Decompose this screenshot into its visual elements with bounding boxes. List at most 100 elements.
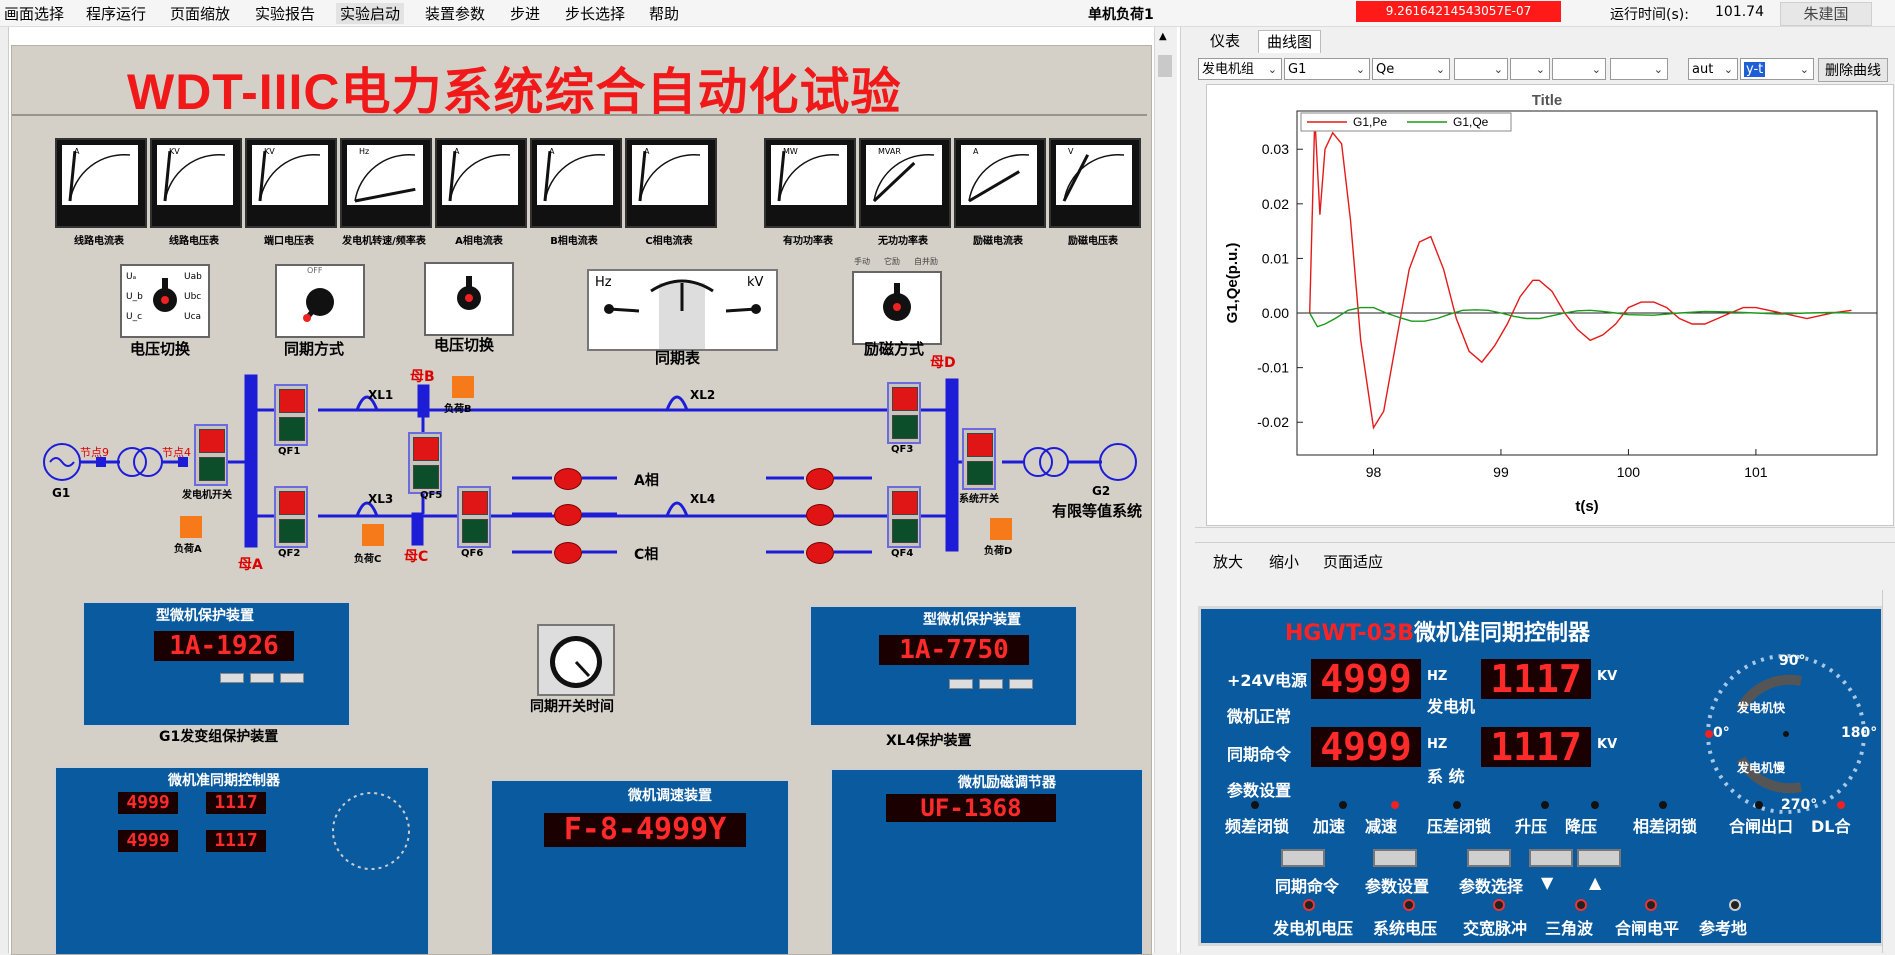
prot1-btn-2[interactable]: [250, 673, 274, 683]
test-terminal[interactable]: [1645, 899, 1657, 911]
menu-params[interactable]: 装置参数: [421, 3, 489, 24]
zoom-in-button[interactable]: 放大: [1213, 551, 1243, 572]
select-g1[interactable]: G1 ⌄: [1284, 58, 1370, 80]
prot1-btn-3[interactable]: [280, 673, 304, 683]
terminal-label: 参考地: [1699, 919, 1748, 938]
select-blank-3[interactable]: ⌄: [1552, 58, 1606, 80]
menu-start[interactable]: 实验启动: [336, 3, 405, 24]
breaker-qf5[interactable]: [408, 432, 442, 494]
y-tick-label: -0.01: [1257, 360, 1289, 376]
breaker-sys[interactable]: [962, 428, 996, 490]
select-blank-1[interactable]: ⌄: [1454, 58, 1508, 80]
runtime-value: 101.74: [1715, 4, 1764, 20]
scroll-thumb[interactable]: [1158, 55, 1172, 77]
breaker-qf4[interactable]: [887, 486, 921, 548]
user-name[interactable]: 朱建国: [1780, 2, 1872, 26]
hgwt-sync-controller[interactable]: HGWT-03B微机准同期控制器 +24V电源 微机正常 同期命令 参数设置 4…: [1198, 606, 1884, 946]
menu-step-size[interactable]: 步长选择: [561, 3, 629, 24]
load-d-icon[interactable]: [990, 518, 1012, 540]
sys-switch-label: 系统开关: [959, 494, 999, 505]
test-terminal[interactable]: [1493, 899, 1505, 911]
bus-c-label: 母C: [404, 549, 429, 565]
param-set-button[interactable]: [1373, 849, 1417, 867]
xl1-label: XL1: [368, 388, 394, 402]
tab-curves[interactable]: 曲线图: [1258, 30, 1322, 53]
g1-protection-device[interactable]: 型微机保护装置 1A-1926: [82, 601, 351, 727]
right-vscroll[interactable]: [1882, 590, 1895, 953]
y-tick-label: -0.02: [1257, 414, 1289, 430]
speed-title: 微机调速装置: [628, 788, 712, 804]
sync-timer[interactable]: [537, 624, 615, 696]
test-terminal[interactable]: [1403, 899, 1415, 911]
y-axis-label: G1,Qe(p.u.): [1224, 243, 1241, 324]
sync-cmd-button[interactable]: [1281, 849, 1325, 867]
zoom-out-button[interactable]: 缩小: [1269, 551, 1299, 572]
load-a-icon[interactable]: [180, 516, 202, 538]
menu-screen-select[interactable]: 画面选择: [0, 3, 68, 24]
down-button[interactable]: [1529, 849, 1573, 867]
excitation-regulator-device[interactable]: 微机励磁调节器 UF-1368: [830, 768, 1144, 954]
breaker-qf6[interactable]: [457, 486, 491, 548]
select-auto[interactable]: aut ⌄: [1688, 58, 1738, 80]
phase-c-left-indicator: [554, 542, 582, 564]
menu-help[interactable]: 帮助: [645, 3, 683, 24]
scroll-up-icon[interactable]: ▲: [1159, 31, 1167, 42]
status-led: [1453, 801, 1461, 809]
prot2-caption: XL4保护装置: [886, 733, 972, 749]
x-tick-label: 98: [1366, 464, 1382, 480]
select-gen-group[interactable]: 发电机组 ⌄: [1198, 58, 1282, 80]
horizontal-splitter[interactable]: [1195, 527, 1895, 543]
status-led: [1541, 801, 1549, 809]
select-blank-4[interactable]: ⌄: [1610, 58, 1668, 80]
g2-label: G2: [1092, 484, 1111, 498]
inf-sys-label: 有限等值系统: [1052, 502, 1143, 520]
menu-report[interactable]: 实验报告: [251, 3, 319, 24]
test-terminal[interactable]: [1729, 899, 1741, 911]
prot2-btn-2[interactable]: [979, 679, 1003, 689]
speed-governor-device[interactable]: 微机调速装置 F-8-4999Y: [490, 779, 790, 954]
breaker-qf1[interactable]: [274, 384, 308, 446]
small-sync-d2: 1117: [206, 792, 266, 814]
terminal-label: 交宽脉冲: [1463, 919, 1528, 938]
btn-label-param-select: 参数选择: [1459, 877, 1524, 896]
load-b-icon[interactable]: [452, 376, 474, 398]
up-button[interactable]: [1577, 849, 1621, 867]
load-c-icon[interactable]: [362, 524, 384, 546]
select-yt[interactable]: y-t ⌄: [1740, 58, 1814, 80]
menu-zoom[interactable]: 页面缩放: [166, 3, 234, 24]
qf4-label: QF4: [891, 548, 914, 559]
panel-splitter[interactable]: [1180, 27, 1196, 953]
terminal-label: 发电机电压: [1273, 919, 1354, 938]
xl4-protection-device[interactable]: 型微机保护装置 1A-7750: [809, 605, 1078, 727]
left-vscroll[interactable]: ▲: [1154, 27, 1177, 953]
fit-page-button[interactable]: 页面适应: [1323, 551, 1383, 572]
x-tick-label: 99: [1493, 464, 1509, 480]
select-qe[interactable]: Qe ⌄: [1372, 58, 1450, 80]
prot2-btn-3[interactable]: [1009, 679, 1033, 689]
status-led: [1837, 801, 1845, 809]
small-sync-controller[interactable]: 微机准同期控制器 4999 1117 4999 1117: [54, 766, 430, 954]
select-blank-2[interactable]: ⌄: [1510, 58, 1550, 80]
phase-a-left-indicator: [554, 468, 582, 490]
prot1-display: 1A-1926: [154, 631, 294, 661]
status-label: 相差闭锁: [1633, 817, 1698, 836]
breaker-qf2[interactable]: [274, 486, 308, 548]
prot1-btn-1[interactable]: [220, 673, 244, 683]
status-led: [1339, 801, 1347, 809]
phase-c-label: C相: [634, 547, 659, 563]
mode-label: 单机负荷1: [1088, 7, 1154, 23]
breaker-gen[interactable]: [194, 424, 228, 486]
exc-display: UF-1368: [886, 794, 1056, 822]
prot2-btn-1[interactable]: [949, 679, 973, 689]
qf1-label: QF1: [278, 446, 301, 457]
test-terminal[interactable]: [1575, 899, 1587, 911]
delete-curve-button[interactable]: 删除曲线: [1818, 58, 1888, 82]
menu-step[interactable]: 步进: [506, 3, 544, 24]
param-select-button[interactable]: [1467, 849, 1511, 867]
menu-run[interactable]: 程序运行: [82, 3, 150, 24]
tab-meters[interactable]: 仪表: [1202, 30, 1248, 52]
legend-label-1: G1,Qe: [1453, 115, 1489, 129]
prot2-title: 型微机保护装置: [923, 612, 1021, 628]
breaker-qf3[interactable]: [887, 382, 921, 444]
test-terminal[interactable]: [1303, 899, 1315, 911]
